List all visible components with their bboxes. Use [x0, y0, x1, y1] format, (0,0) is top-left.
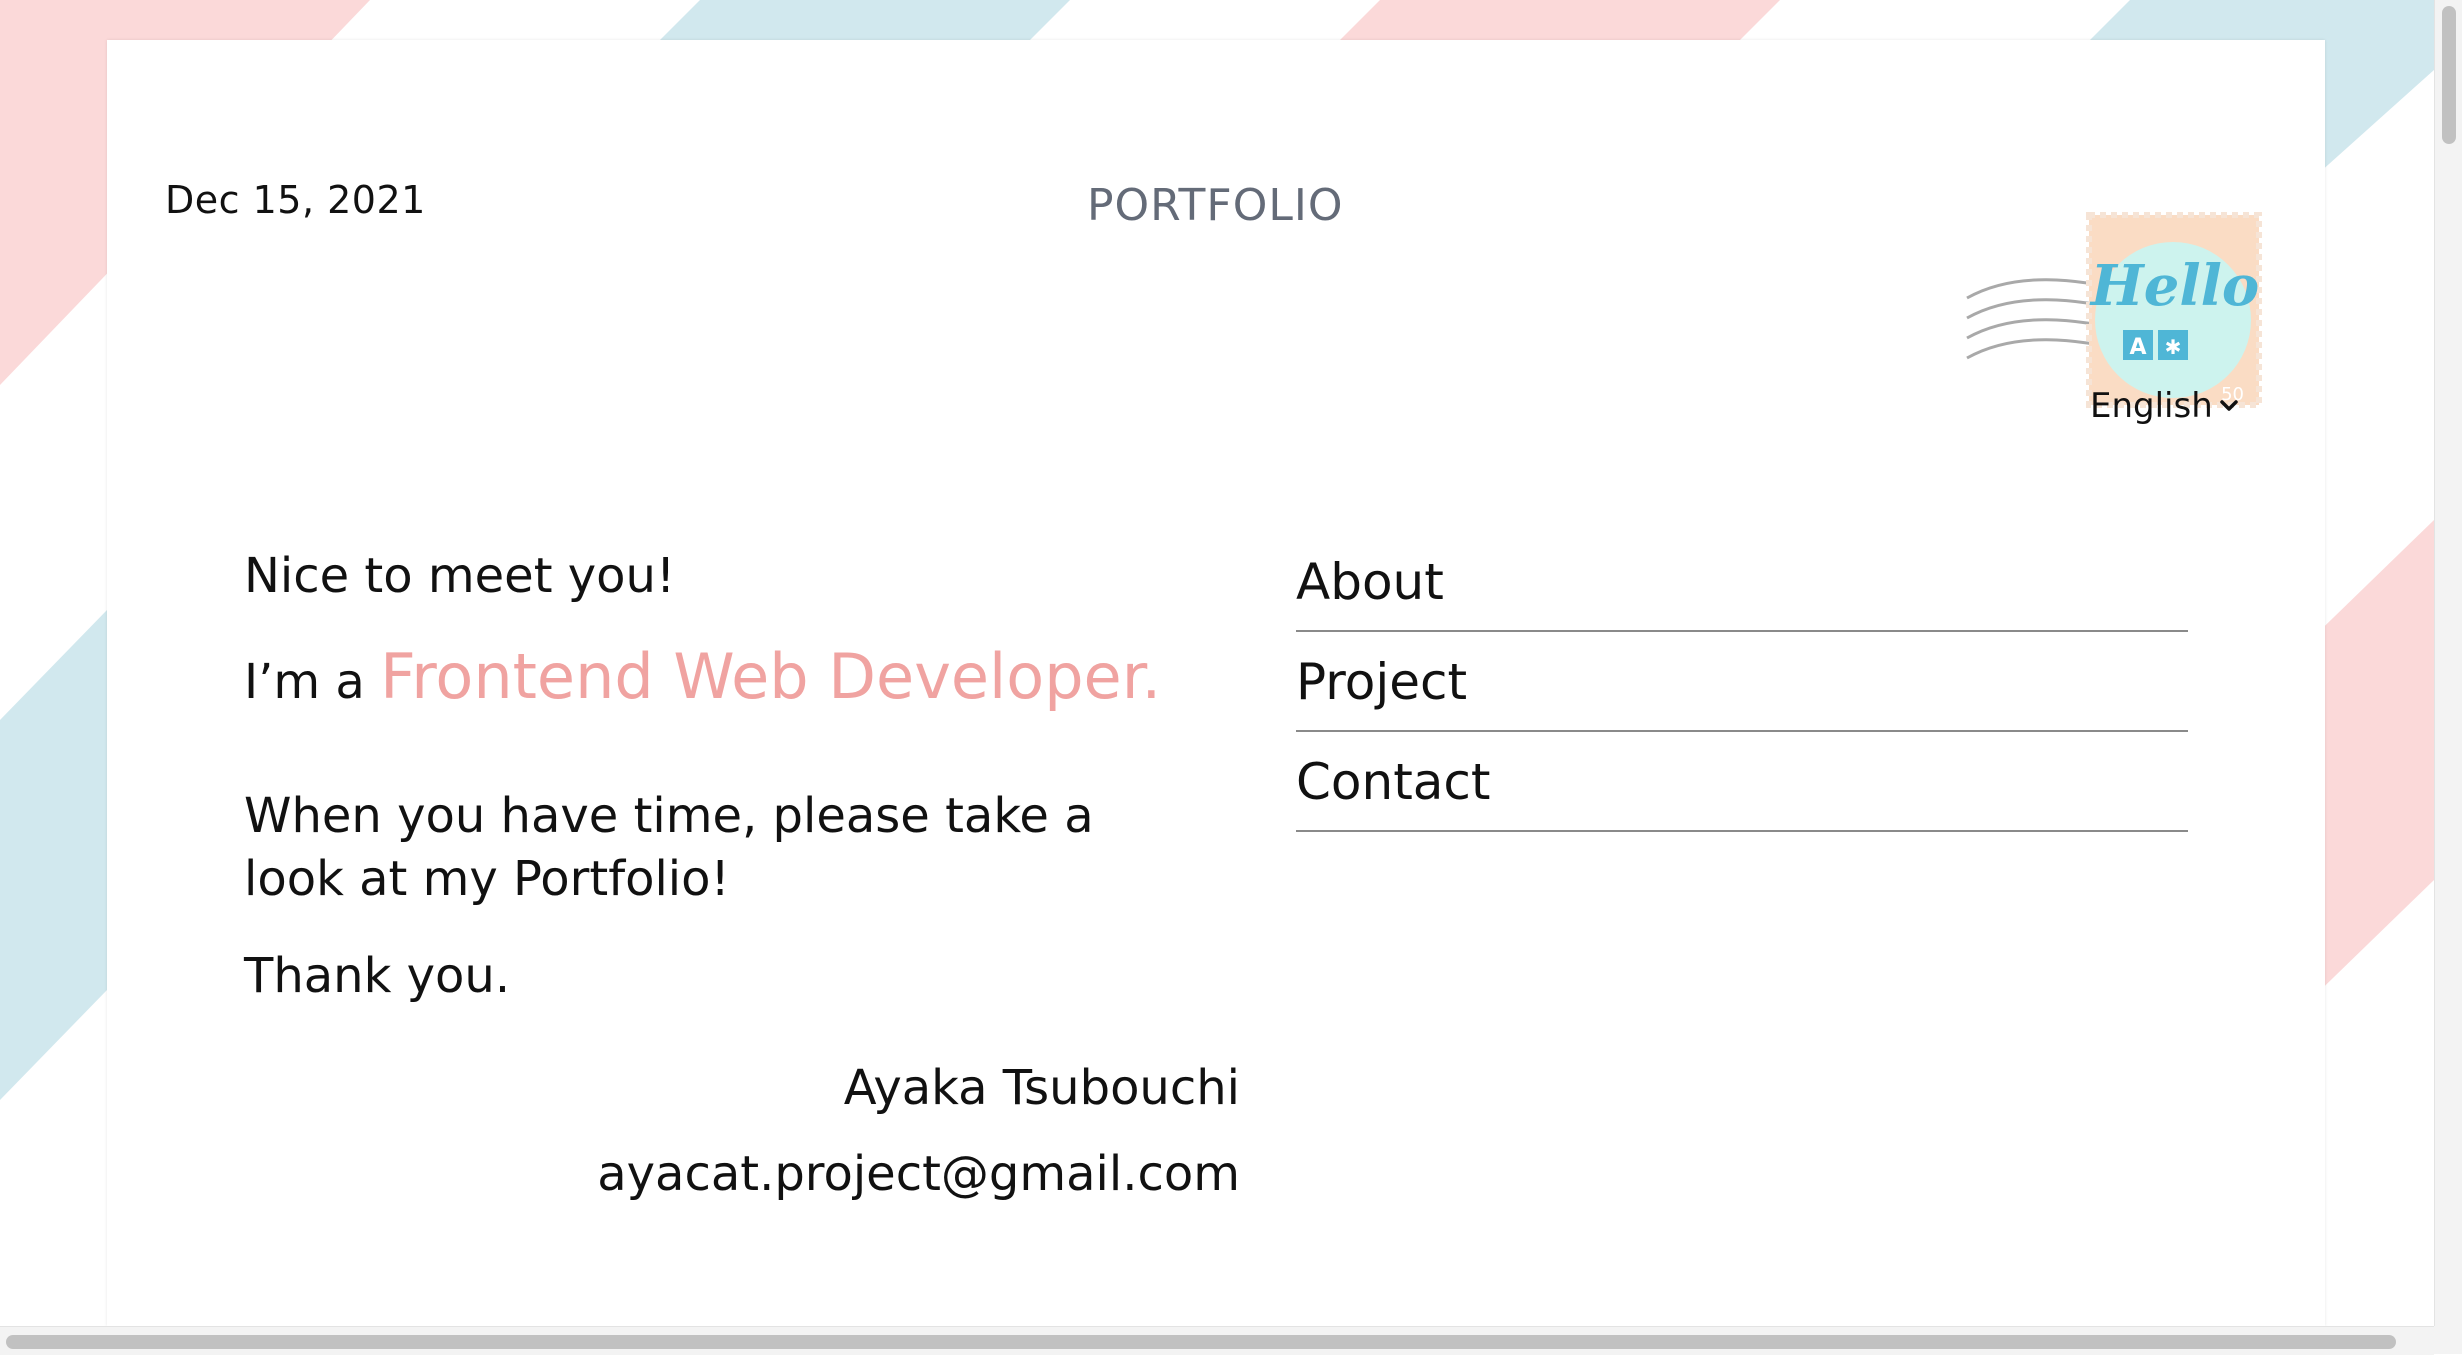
- message-body: When you have time, please take a look a…: [244, 788, 1094, 907]
- role-prefix: I’m a: [244, 654, 365, 710]
- horizontal-scrollbar-thumb[interactable]: [6, 1335, 2396, 1349]
- scrollbar-corner: [2434, 1326, 2462, 1354]
- letter-card: Dec 15, 2021 PORTFOLIO Hello A ✱ 50 Engl…: [107, 40, 2325, 1326]
- vertical-scrollbar-thumb[interactable]: [2442, 6, 2456, 144]
- horizontal-scrollbar[interactable]: [0, 1326, 2434, 1355]
- signature-name: Ayaka Tsubouchi: [843, 1060, 1240, 1116]
- role-title: Frontend Web Developer.: [380, 640, 1162, 713]
- greeting-text: Nice to meet you!: [244, 548, 676, 604]
- letter-date: Dec 15, 2021: [165, 178, 426, 222]
- main-navigation: About Project Contact: [1296, 546, 2188, 846]
- svg-text:Hello: Hello: [2089, 253, 2259, 319]
- chevron-down-icon: [2219, 399, 2239, 413]
- page-title: PORTFOLIO: [1087, 180, 1344, 231]
- thanks-text: Thank you.: [244, 948, 511, 1004]
- nav-link-label: About: [1296, 553, 1444, 611]
- nav-link-label: Project: [1296, 653, 1468, 711]
- nav-link-about[interactable]: About: [1296, 546, 2188, 632]
- language-select-value: English: [2090, 386, 2213, 426]
- nav-link-label: Contact: [1296, 753, 1491, 811]
- language-select[interactable]: English: [2090, 386, 2239, 426]
- nav-link-contact[interactable]: Contact: [1296, 746, 2188, 832]
- svg-text:A: A: [2129, 335, 2146, 360]
- signature-email: ayacat.project@gmail.com: [597, 1146, 1240, 1202]
- vertical-scrollbar[interactable]: [2434, 0, 2462, 1326]
- page-viewport: Dec 15, 2021 PORTFOLIO Hello A ✱ 50 Engl…: [0, 0, 2434, 1326]
- signature-block: Ayaka Tsubouchi ayacat.project@gmail.com: [597, 1045, 1240, 1217]
- role-line: I’m a Frontend Web Developer.: [244, 645, 1161, 714]
- nav-link-project[interactable]: Project: [1296, 646, 2188, 732]
- svg-text:✱: ✱: [2165, 335, 2182, 359]
